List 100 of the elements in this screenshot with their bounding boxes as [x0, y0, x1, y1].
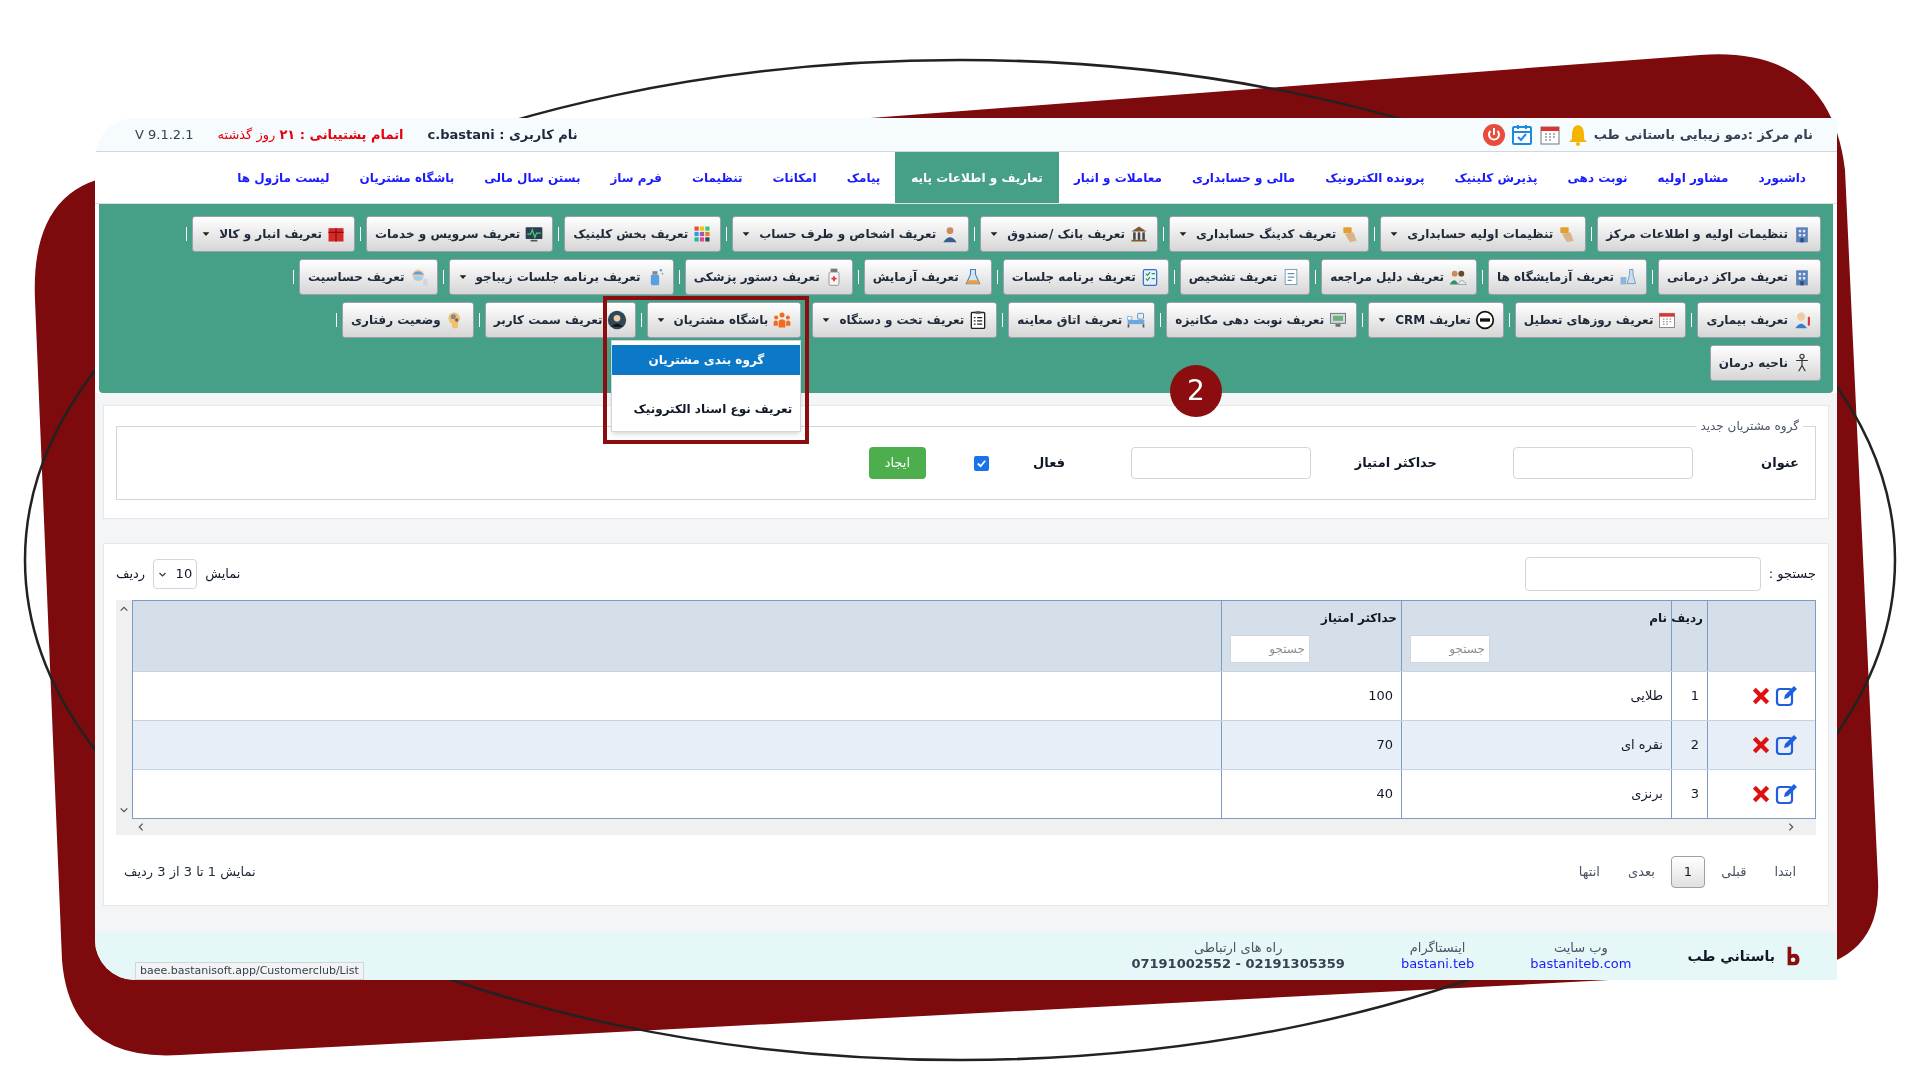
lab-icon — [1618, 267, 1638, 287]
scroll-right-icon — [1786, 822, 1796, 832]
toolbar-button[interactable]: تعریف مراکز درمانی — [1658, 259, 1821, 295]
toolbar-button[interactable]: تعریف برنامه جلسات زیباجو — [448, 259, 674, 295]
dropdown-item[interactable]: تعریف نوع اسناد الکترونیک — [612, 387, 801, 431]
toolbar-button[interactable]: تعریف بیماری — [1697, 302, 1821, 338]
toolbar-button[interactable]: تعریف انبار و کالا — [192, 216, 355, 252]
pagination-button[interactable]: قبلی — [1709, 856, 1759, 888]
field-label: حداکثر امتیاز — [1353, 454, 1437, 473]
toolbar-button[interactable]: تعریف سمت کاربر — [484, 302, 636, 338]
calendar-icon — [1657, 310, 1678, 330]
toolbar-button[interactable]: تعریف سرویس و خدمات — [366, 216, 554, 252]
menu-tab[interactable]: نوبت دهی — [1552, 152, 1643, 203]
computer-icon — [1328, 310, 1349, 330]
support-status: اتمام پشتیبانی : ۲۱ روز گذشته — [217, 125, 404, 145]
table-cell-text: 1 — [1690, 687, 1699, 706]
edit-icon — [1775, 733, 1799, 757]
scroll-up-icon — [119, 604, 129, 614]
menu-tab[interactable]: داشبورد — [1743, 152, 1821, 203]
toolbar-button[interactable]: تعریف دلیل مراجعه — [1321, 259, 1478, 295]
table-cell-text: 2 — [1690, 736, 1699, 755]
menu-tab[interactable]: فرم ساز — [595, 152, 677, 203]
menu-tab[interactable]: مشاور اولیه — [1642, 152, 1744, 203]
center-name: نام مرکز :دمو زیبایی باستانی طب — [1593, 125, 1813, 145]
table-cell-text: طلایی — [1630, 687, 1663, 706]
menu-tab[interactable]: امکانات — [757, 152, 832, 203]
toolbar-button[interactable]: تعریف کدینگ حسابداری — [1168, 216, 1370, 252]
pagination-button[interactable]: بعدی — [1615, 856, 1667, 888]
menu-tab[interactable]: لیست ماژول ها — [222, 152, 345, 203]
edit-icon — [1775, 782, 1799, 806]
table-cell-text: 100 — [1368, 687, 1393, 706]
footer-caption: اینستاگرام — [1409, 939, 1466, 956]
column-filter-field[interactable]: جستجو — [1410, 635, 1490, 663]
table-cell-text: 70 — [1376, 736, 1393, 755]
caret-icon — [655, 315, 666, 325]
toolbar-button[interactable]: تنظیمات اولیه و اطلاعات مرکز — [1597, 216, 1821, 252]
toolbar-button[interactable]: وضعیت رفتاری — [342, 302, 474, 338]
active-checkbox[interactable] — [974, 455, 989, 471]
toolbar-button[interactable]: تعریف آزمایشگاه ها — [1488, 259, 1647, 295]
toolbar-button[interactable]: تعریف دستور پزشکی — [684, 259, 853, 295]
calendar-check-icon — [1509, 122, 1534, 147]
field-label: عنوان — [1760, 454, 1799, 473]
menu-tab[interactable]: پرونده الکترونیک — [1310, 152, 1440, 203]
bed-icon — [1126, 310, 1147, 330]
fieldset-legend: گروه مشتریان جدید — [1696, 417, 1803, 435]
toolbar-button[interactable]: تعریف برنامه جلسات — [1002, 259, 1169, 295]
dropdown-item[interactable]: گروه بندی مشتریان — [612, 345, 801, 375]
delete-icon — [1751, 735, 1771, 755]
power-icon — [1481, 122, 1506, 147]
page-size-select[interactable]: 10 — [153, 559, 198, 589]
caret-icon — [1377, 315, 1388, 325]
footer-caption: وب سایت — [1553, 939, 1608, 956]
edit-icon — [1775, 684, 1799, 708]
toolbar-button[interactable]: تعریف اشخاص و طرف حساب — [732, 216, 970, 252]
monitor-icon — [524, 224, 545, 244]
toolbar-button[interactable]: تعریف روزهای تعطیل — [1514, 302, 1687, 338]
toolbar-button[interactable]: ناحیه درمان — [1709, 345, 1821, 381]
phone-numbers: 07191002552 - 02191305359 — [1131, 956, 1345, 973]
caret-icon — [457, 272, 468, 282]
toolbar-button[interactable]: تعریف حساسیت — [299, 259, 438, 295]
toolbar-button[interactable]: تعریف بخش کلینیک — [564, 216, 722, 252]
footer-link[interactable]: bastani.teb — [1400, 956, 1475, 973]
toolbar-button[interactable]: تعریف آزمایش — [863, 259, 992, 295]
rows-label: ردیف — [116, 565, 146, 584]
footer-link[interactable]: bastaniteb.com — [1530, 956, 1632, 973]
toolbar-button[interactable]: تعاریف CRM — [1368, 302, 1504, 338]
menu-tab[interactable]: تنظیمات — [676, 152, 758, 203]
menu-tab[interactable]: معاملات و انبار — [1058, 152, 1177, 203]
search-label: جستجو : — [1768, 565, 1816, 584]
title-input[interactable] — [1513, 447, 1693, 479]
checkmark-icon — [976, 457, 987, 469]
search-field[interactable] — [1524, 557, 1761, 591]
menu-tab[interactable]: پذیرش کلینیک — [1439, 152, 1553, 203]
menu-tab[interactable]: مالی و حسابداری — [1176, 152, 1311, 203]
toolbar-button[interactable]: تعریف تخت و دستگاه — [812, 302, 998, 338]
menu-tab[interactable]: بستن سال مالی — [469, 152, 596, 203]
brand-name: باستاني طب — [1687, 946, 1775, 966]
menu-tab[interactable]: پیامک — [831, 152, 896, 203]
caret-icon — [201, 229, 212, 239]
pagination-button[interactable]: ابتدا — [1762, 856, 1808, 888]
caret-icon — [821, 315, 832, 325]
toolbar-button[interactable]: باشگاه مشتریان — [646, 302, 802, 338]
menu-tab[interactable]: باشگاه مشتریان — [344, 152, 470, 203]
caret-icon — [989, 229, 1000, 239]
toolbar-button[interactable]: تعریف بانک /صندوق — [980, 216, 1158, 252]
max-score-input[interactable] — [1131, 447, 1311, 479]
status-url: baee.bastanisoft.app/Customerclub/List — [135, 961, 364, 980]
scroll-down-icon — [119, 805, 129, 815]
column-filter-field[interactable]: جستجو — [1230, 635, 1310, 663]
toolbar-button[interactable]: تنظیمات اولیه حسابداری — [1380, 216, 1587, 252]
pagination-button[interactable]: 1 — [1670, 856, 1706, 888]
user-icon — [606, 310, 627, 330]
field-label: فعال — [1032, 454, 1065, 473]
delete-icon — [1751, 686, 1771, 706]
toolbar-button[interactable]: تعریف نوبت دهی مکانیزه — [1166, 302, 1358, 338]
caret-icon — [1177, 229, 1188, 239]
toolbar-button[interactable]: تعریف اتاق معاینه — [1008, 302, 1156, 338]
pagination-button[interactable]: انتها — [1566, 856, 1612, 888]
caret-icon — [741, 229, 752, 239]
toolbar-button[interactable]: تعریف تشخیص — [1179, 259, 1311, 295]
